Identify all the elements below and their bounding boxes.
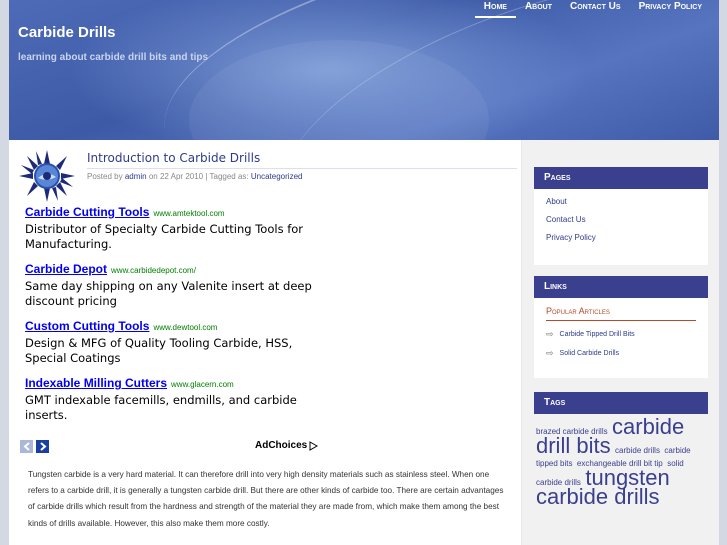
- ad-title-link[interactable]: Carbide Cutting Tools: [25, 205, 149, 219]
- adchoices-link[interactable]: AdChoices: [255, 440, 319, 451]
- ad-description: Same day shipping on any Valenite insert…: [25, 279, 312, 308]
- ad-pager: [20, 440, 49, 453]
- ad-url-link[interactable]: www.glacern.com: [171, 380, 234, 389]
- sidebar-item-about[interactable]: About: [546, 197, 696, 206]
- ad-description: GMT indexable facemills, endmills, and c…: [25, 393, 297, 422]
- ad-title-link[interactable]: Carbide Depot: [25, 262, 107, 276]
- ad-description: Distributor of Specialty Carbide Cutting…: [25, 222, 304, 251]
- post-body: Tungsten carbide is a very hard material…: [28, 470, 504, 528]
- page-frame: Carbide Drills learning about carbide dr…: [9, 0, 719, 545]
- ad-description: Design & MFG of Quality Tooling Carbide,…: [25, 336, 293, 365]
- popular-articles-heading: Popular Articles: [546, 306, 696, 321]
- main-content: Introduction to Carbide Drills Posted by…: [9, 140, 521, 545]
- link-label: Solid Carbide Drills: [559, 350, 620, 357]
- meta-prefix: Posted by: [87, 172, 123, 181]
- site-header: Carbide Drills learning about carbide dr…: [9, 0, 719, 140]
- ad-item: Carbide Depot www.carbidedepot.com/ Same…: [25, 262, 325, 309]
- nav-privacy-policy[interactable]: Privacy Policy: [630, 0, 711, 18]
- top-navigation: Home About Contact Us Privacy Policy: [474, 0, 711, 18]
- pages-widget: Pages About Contact Us Privacy Policy: [534, 167, 708, 265]
- ad-block: Carbide Cutting Tools www.amtektool.com …: [25, 205, 325, 433]
- nav-contact-us[interactable]: Contact Us: [561, 0, 630, 18]
- sun-logo-icon: [19, 150, 75, 202]
- ad-prev-button[interactable]: [20, 440, 33, 453]
- sidebar-link-solid-carbide[interactable]: ⇨ Solid Carbide Drills: [546, 348, 696, 359]
- category-link[interactable]: Uncategorized: [251, 172, 303, 181]
- arrow-right-icon: ⇨: [546, 329, 554, 339]
- links-widget: Links Popular Articles ⇨ Carbide Tipped …: [534, 276, 708, 378]
- post-meta: Posted by admin on 22 Apr 2010 | Tagged …: [87, 172, 302, 181]
- site-tagline: learning about carbide drill bits and ti…: [18, 52, 209, 63]
- site-title[interactable]: Carbide Drills: [18, 24, 116, 41]
- divider: [87, 168, 517, 169]
- link-label: Carbide Tipped Drill Bits: [559, 331, 635, 338]
- sidebar-item-contact-us[interactable]: Contact Us: [546, 215, 696, 224]
- widget-title: Pages: [534, 167, 708, 189]
- sidebar-item-privacy-policy[interactable]: Privacy Policy: [546, 233, 696, 242]
- tag-link[interactable]: carbide drill bits: [536, 414, 684, 458]
- pages-list: About Contact Us Privacy Policy: [534, 189, 708, 265]
- ad-next-button[interactable]: [36, 440, 49, 453]
- ad-item: Carbide Cutting Tools www.amtektool.com …: [25, 205, 325, 252]
- tag-link[interactable]: tungsten carbide drills: [536, 465, 670, 509]
- nav-about[interactable]: About: [516, 0, 561, 18]
- widget-title: Links: [534, 276, 708, 298]
- chevron-right-icon: [39, 442, 47, 451]
- sidebar-link-carbide-tipped[interactable]: ⇨ Carbide Tipped Drill Bits: [546, 329, 696, 340]
- ad-item: Custom Cutting Tools www.dewtool.com Des…: [25, 319, 325, 366]
- ad-item: Indexable Milling Cutters www.glacern.co…: [25, 376, 325, 423]
- sidebar: Pages About Contact Us Privacy Policy Li…: [522, 140, 719, 545]
- adchoices-icon: [309, 440, 319, 451]
- ad-url-link[interactable]: www.amtektool.com: [153, 209, 224, 218]
- meta-date: on 22 Apr 2010 | Tagged as:: [148, 172, 249, 181]
- adchoices-label: AdChoices: [255, 440, 308, 451]
- tag-link[interactable]: carbide drills: [615, 446, 660, 455]
- tags-widget: Tags brazed carbide drills carbide drill…: [534, 392, 708, 509]
- author-link[interactable]: admin: [125, 172, 147, 181]
- ad-url-link[interactable]: www.dewtool.com: [153, 323, 217, 332]
- ad-title-link[interactable]: Custom Cutting Tools: [25, 319, 149, 333]
- ad-title-link[interactable]: Indexable Milling Cutters: [25, 376, 167, 390]
- tag-cloud: brazed carbide drills carbide drill bits…: [534, 414, 708, 509]
- arrow-right-icon: ⇨: [546, 348, 554, 358]
- post-title[interactable]: Introduction to Carbide Drills: [87, 151, 260, 165]
- nav-home[interactable]: Home: [474, 0, 516, 18]
- chevron-left-icon: [22, 442, 30, 451]
- links-body: Popular Articles ⇨ Carbide Tipped Drill …: [534, 298, 708, 378]
- widget-title: Tags: [534, 392, 708, 414]
- ad-url-link[interactable]: www.carbidedepot.com/: [111, 266, 196, 275]
